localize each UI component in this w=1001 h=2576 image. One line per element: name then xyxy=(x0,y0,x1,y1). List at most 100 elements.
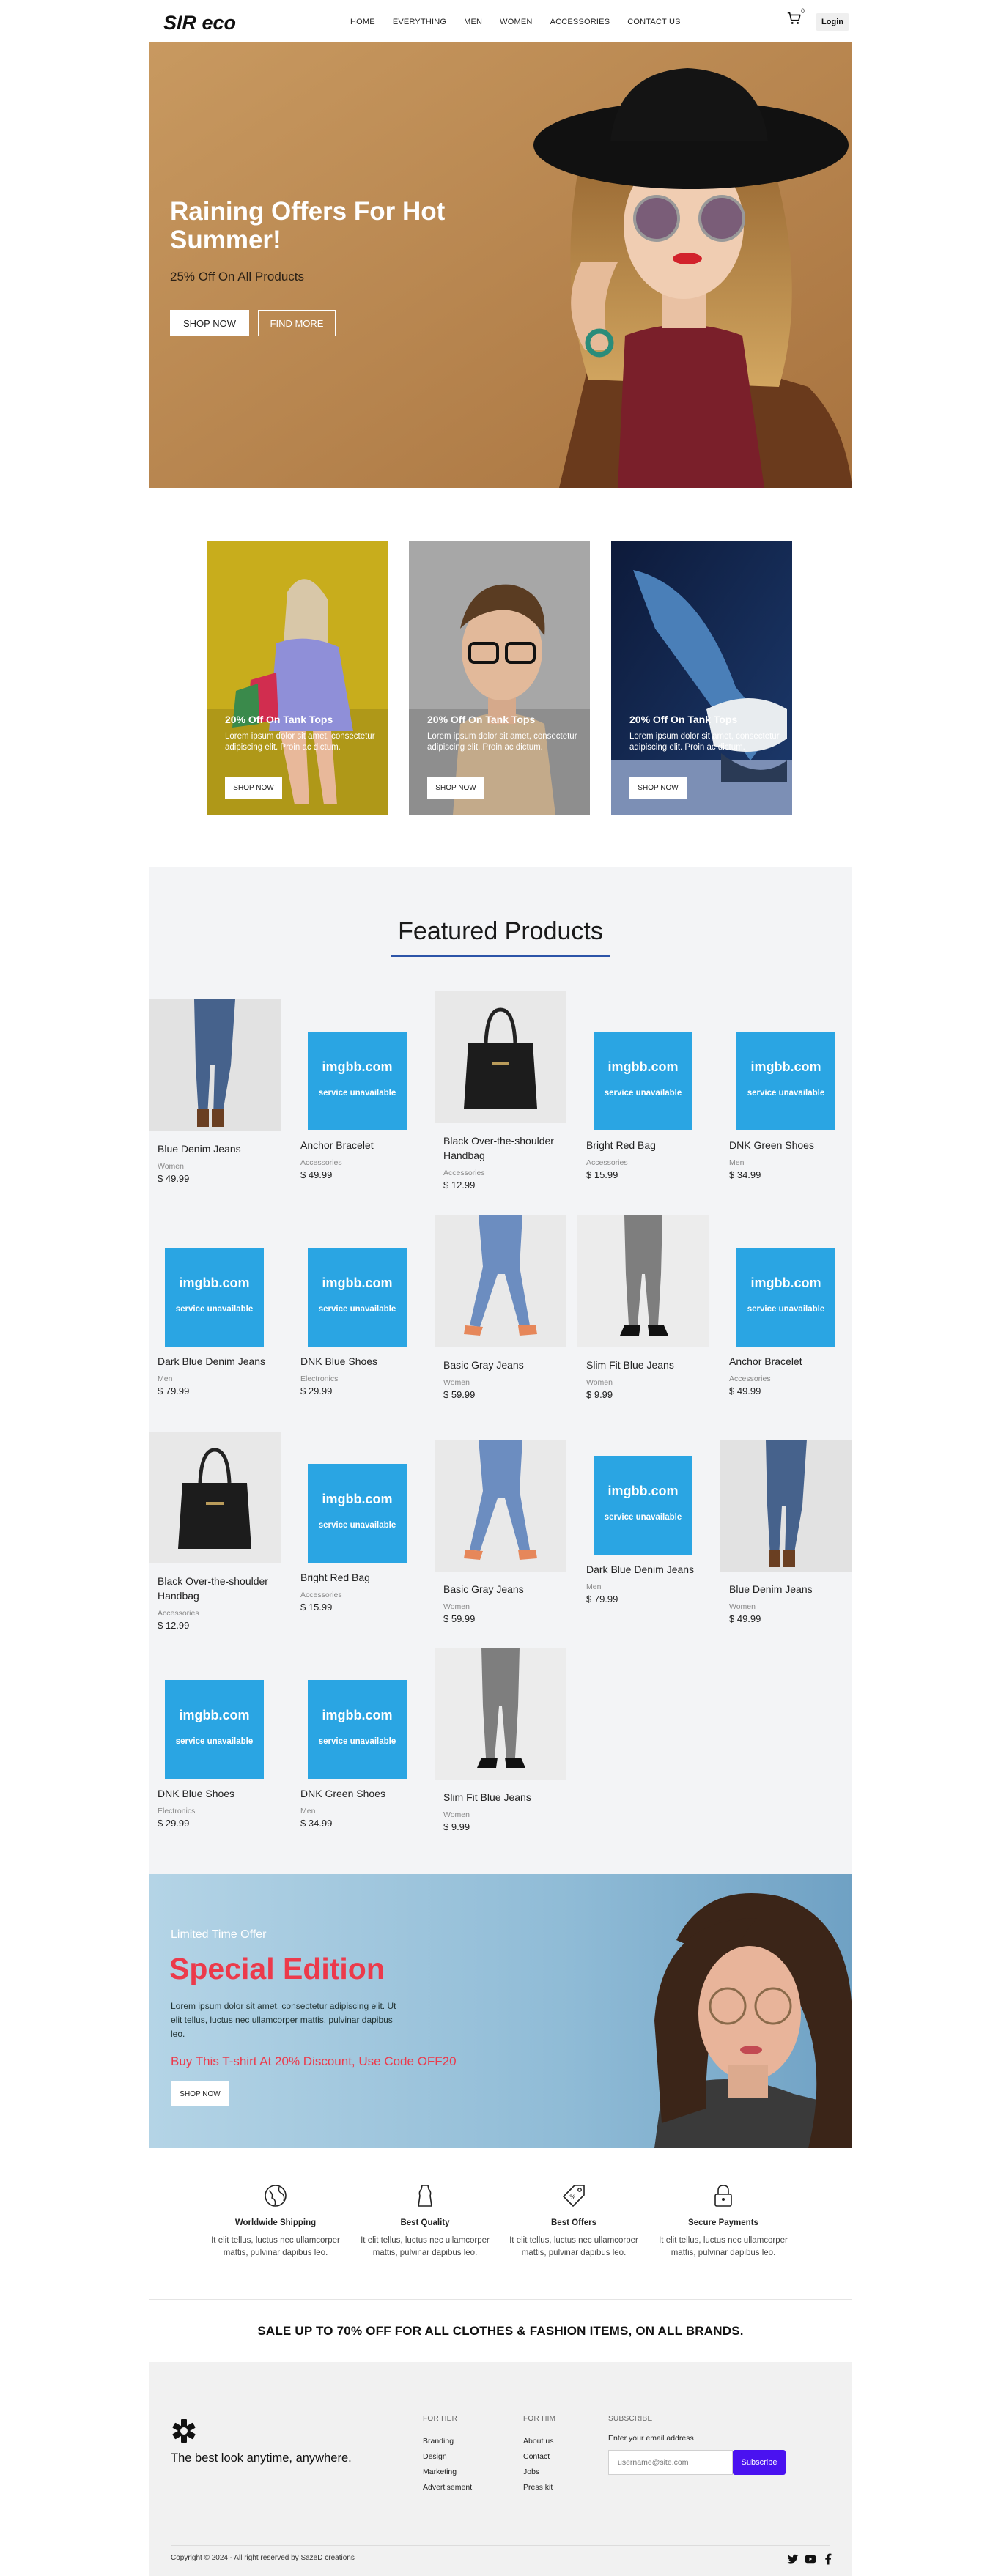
product-image[interactable] xyxy=(720,1440,852,1572)
promo-shop-now-button[interactable]: SHOP NOW xyxy=(427,777,484,799)
product-name[interactable]: Bright Red Bag xyxy=(300,1570,424,1585)
facebook-icon[interactable] xyxy=(821,2553,835,2566)
promo-shop-now-button[interactable]: SHOP NOW xyxy=(629,777,687,799)
hero-model-image xyxy=(149,42,852,488)
product-image-placeholder[interactable]: imgbb.com service unavailable xyxy=(594,1456,692,1555)
product-name[interactable]: DNK Green Shoes xyxy=(729,1138,852,1152)
footer-link[interactable]: Contact xyxy=(523,2452,550,2461)
product-image[interactable] xyxy=(435,1440,566,1572)
promo-shop-now-button[interactable]: SHOP NOW xyxy=(225,777,282,799)
menu-item-men[interactable]: MEN xyxy=(464,18,482,26)
footer-link[interactable]: Branding xyxy=(423,2437,454,2446)
product-image[interactable] xyxy=(435,991,566,1123)
hero-shop-now-button[interactable]: SHOP NOW xyxy=(170,310,249,336)
product-name[interactable]: Basic Gray Jeans xyxy=(443,1582,566,1596)
footer-link[interactable]: Press kit xyxy=(523,2483,553,2492)
menu-item-everything[interactable]: EVERYTHING xyxy=(393,18,446,26)
placeholder-line1: imgbb.com xyxy=(322,1059,393,1074)
product-image-placeholder[interactable]: imgbb.com service unavailable xyxy=(736,1032,835,1130)
email-label: Enter your email address xyxy=(608,2434,694,2443)
product-name[interactable]: Blue Denim Jeans xyxy=(729,1582,852,1596)
placeholder-line1: imgbb.com xyxy=(322,1708,393,1722)
product-image[interactable] xyxy=(577,1215,709,1347)
product-category: Women xyxy=(443,1378,470,1387)
menu-item-home[interactable]: HOME xyxy=(350,18,375,26)
product-name[interactable]: Dark Blue Denim Jeans xyxy=(586,1562,709,1577)
product-image-placeholder[interactable]: imgbb.com service unavailable xyxy=(165,1248,264,1347)
product-image-placeholder[interactable]: imgbb.com service unavailable xyxy=(736,1248,835,1347)
placeholder-line2: service unavailable xyxy=(747,1089,825,1098)
youtube-icon[interactable] xyxy=(804,2553,817,2566)
promo-card: 20% Off On Tank Tops Lorem ipsum dolor s… xyxy=(409,541,590,815)
product-name[interactable]: Black Over-the-shoulder Handbag xyxy=(158,1574,281,1603)
site-logo[interactable]: SIR eco xyxy=(163,12,236,34)
feature-title: Best Offers xyxy=(551,2218,596,2227)
product-name[interactable]: Slim Fit Blue Jeans xyxy=(586,1358,709,1372)
product-image[interactable] xyxy=(149,1432,281,1563)
product-category: Accessories xyxy=(729,1374,771,1383)
footer-link[interactable]: About us xyxy=(523,2437,553,2446)
product-name[interactable]: Anchor Bracelet xyxy=(729,1354,852,1369)
footer-link[interactable]: Marketing xyxy=(423,2468,457,2476)
product-image[interactable] xyxy=(435,1648,566,1780)
product-price: $ 49.99 xyxy=(300,1169,333,1180)
product-category: Women xyxy=(729,1602,756,1611)
twitter-icon[interactable] xyxy=(786,2553,799,2566)
product-price: $ 15.99 xyxy=(300,1602,333,1613)
product-image-placeholder[interactable]: imgbb.com service unavailable xyxy=(165,1680,264,1779)
product-image-placeholder[interactable]: imgbb.com service unavailable xyxy=(594,1032,692,1130)
cart-icon[interactable] xyxy=(786,10,802,26)
footer-heading-subscribe: SUBSCRIBE xyxy=(608,2415,653,2423)
footer-logo-icon[interactable] xyxy=(171,2418,197,2444)
product-name[interactable]: DNK Blue Shoes xyxy=(300,1354,424,1369)
product-name[interactable]: DNK Green Shoes xyxy=(300,1786,424,1801)
product-category: Accessories xyxy=(300,1591,342,1599)
product-image[interactable] xyxy=(149,999,281,1131)
product-category: Accessories xyxy=(158,1609,199,1618)
promo-title: 20% Off On Tank Tops xyxy=(427,714,536,725)
menu-item-contact[interactable]: CONTACT US xyxy=(627,18,681,26)
footer-link[interactable]: Design xyxy=(423,2452,447,2461)
menu-item-accessories[interactable]: ACCESSORIES xyxy=(550,18,610,26)
promo-card: 20% Off On Tank Tops Lorem ipsum dolor s… xyxy=(611,541,792,815)
product-image-placeholder[interactable]: imgbb.com service unavailable xyxy=(308,1680,407,1779)
product-image-placeholder[interactable]: imgbb.com service unavailable xyxy=(308,1248,407,1347)
product-image-placeholder[interactable]: imgbb.com service unavailable xyxy=(308,1032,407,1130)
product-name[interactable]: Anchor Bracelet xyxy=(300,1138,424,1152)
product-price: $ 9.99 xyxy=(443,1821,470,1832)
product-name[interactable]: Bright Red Bag xyxy=(586,1138,709,1152)
special-shop-now-button[interactable]: SHOP NOW xyxy=(171,2081,229,2106)
placeholder-line1: imgbb.com xyxy=(179,1708,250,1722)
footer-link[interactable]: Jobs xyxy=(523,2468,539,2476)
lock-icon xyxy=(714,2185,732,2207)
email-field[interactable] xyxy=(608,2450,733,2475)
svg-text:%: % xyxy=(569,2194,576,2202)
product-name[interactable]: Black Over-the-shoulder Handbag xyxy=(443,1133,566,1163)
special-offer-text: Buy This T-shirt At 20% Discount, Use Co… xyxy=(171,2054,457,2068)
product-image[interactable] xyxy=(435,1215,566,1347)
menu-item-women[interactable]: WOMEN xyxy=(500,18,532,26)
product-name[interactable]: Dark Blue Denim Jeans xyxy=(158,1354,281,1369)
product-category: Women xyxy=(443,1810,470,1819)
product-price: $ 34.99 xyxy=(729,1169,761,1180)
login-button[interactable]: Login xyxy=(816,13,849,31)
promo-title: 20% Off On Tank Tops xyxy=(225,714,333,725)
feature-text: It elit tellus, luctus nec ullamcorper m… xyxy=(659,2236,788,2257)
hero-find-more-button[interactable]: FIND MORE xyxy=(258,310,336,336)
product-name[interactable]: Blue Denim Jeans xyxy=(158,1141,281,1156)
product-name[interactable]: DNK Blue Shoes xyxy=(158,1786,281,1801)
product-name[interactable]: Slim Fit Blue Jeans xyxy=(443,1790,566,1805)
placeholder-line2: service unavailable xyxy=(175,1737,254,1746)
product-image-placeholder[interactable]: imgbb.com service unavailable xyxy=(308,1464,407,1563)
subscribe-button[interactable]: Subscribe xyxy=(733,2450,786,2475)
hero-title: Raining Offers For Hot Summer! xyxy=(170,197,446,254)
special-title: Special Edition xyxy=(169,1952,385,1985)
feature-worldwide-shipping: Worldwide Shipping It elit tellus, luctu… xyxy=(202,2183,349,2259)
product-price: $ 34.99 xyxy=(300,1818,333,1829)
navbar: SIR eco HOME EVERYTHING MEN WOMEN ACCESS… xyxy=(149,0,852,42)
placeholder-line2: service unavailable xyxy=(318,1521,396,1530)
footer-link[interactable]: Advertisement xyxy=(423,2483,472,2492)
product-name[interactable]: Basic Gray Jeans xyxy=(443,1358,566,1372)
placeholder-line1: imgbb.com xyxy=(750,1276,821,1290)
product-category: Women xyxy=(443,1602,470,1611)
